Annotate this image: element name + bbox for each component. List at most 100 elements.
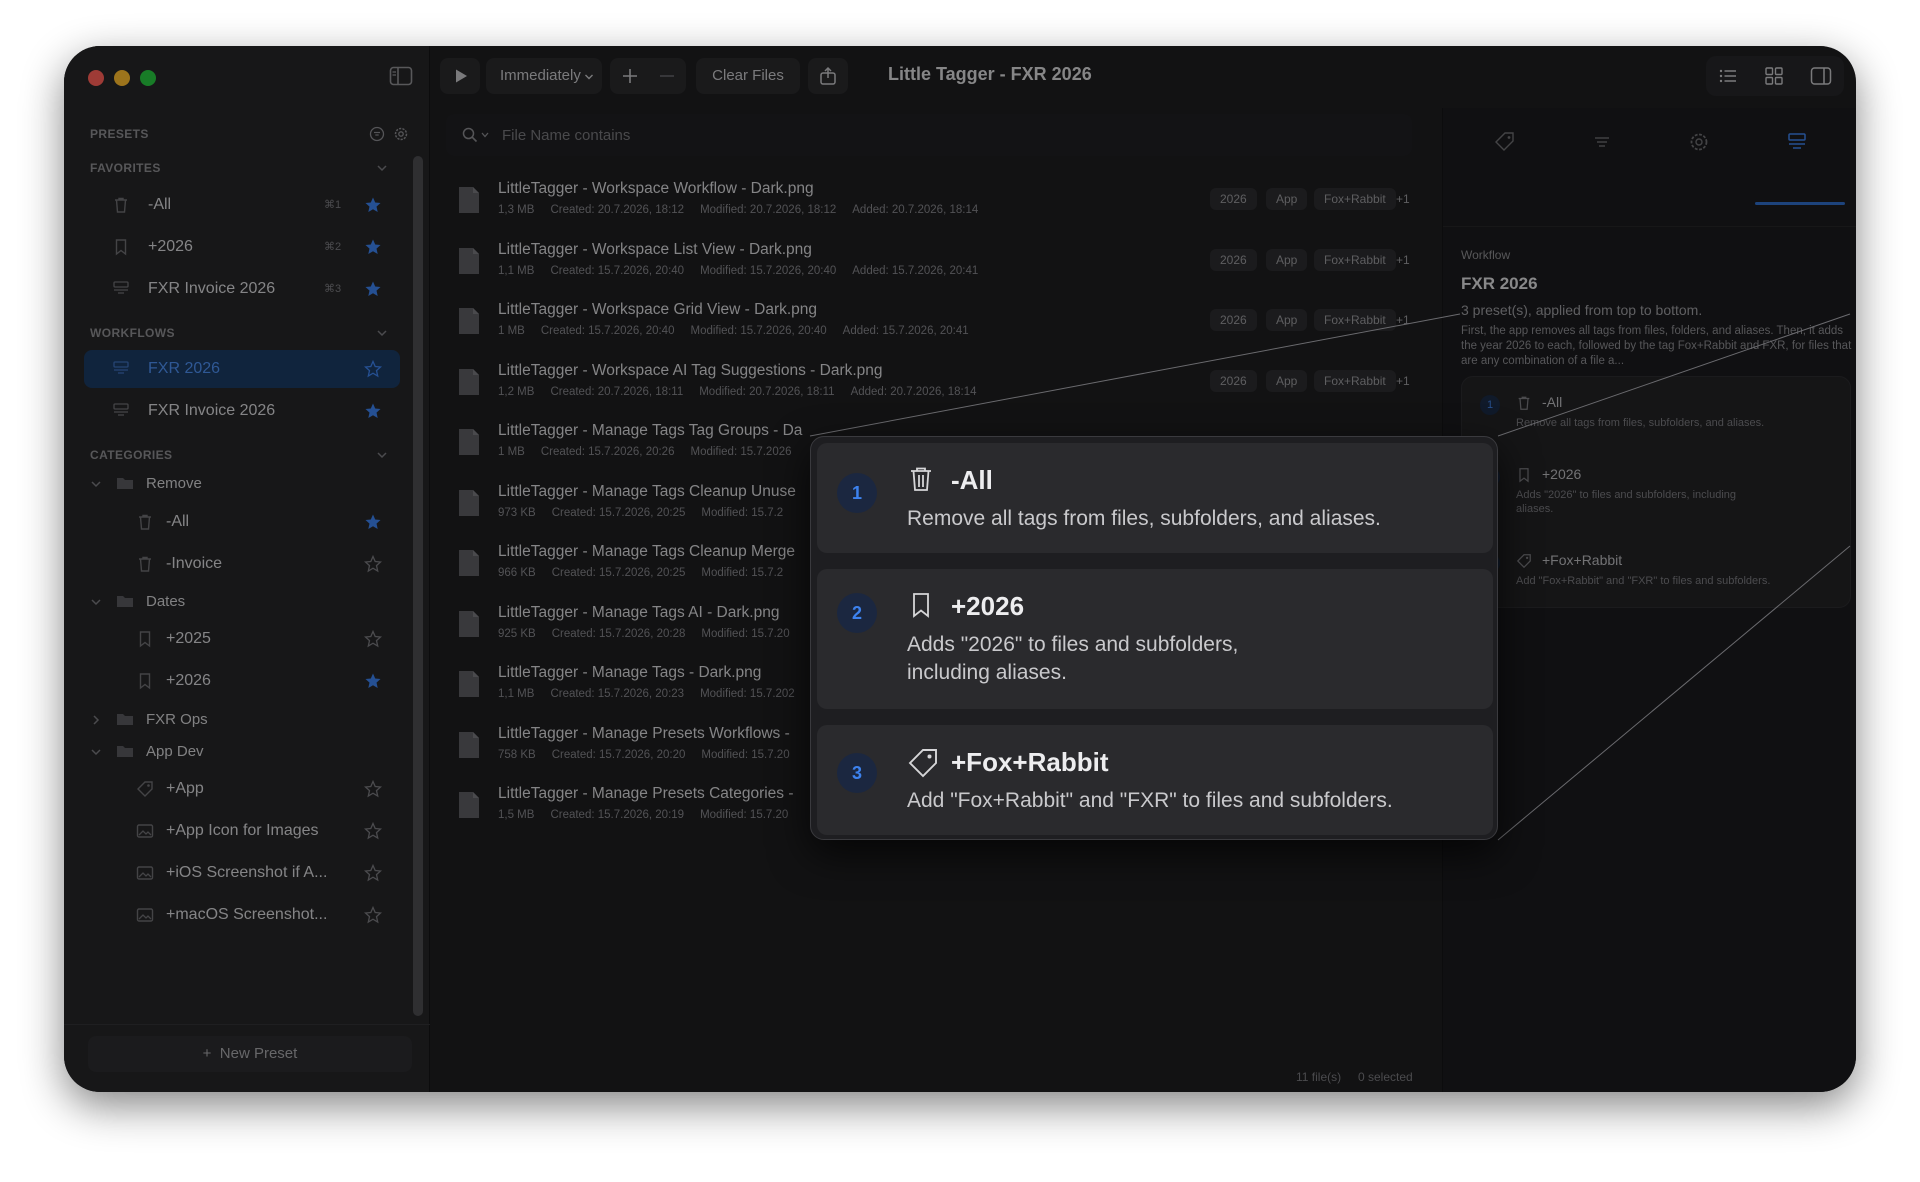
more-tags-count[interactable]: +1 — [1396, 188, 1410, 210]
file-row[interactable]: LittleTagger - Workspace List View - Dar… — [446, 231, 1412, 291]
sidebar-scrollbar[interactable] — [413, 156, 423, 1016]
inspector-toggle-icon[interactable] — [1810, 66, 1832, 86]
star-filled-icon[interactable] — [364, 238, 382, 256]
file-meta: 1,3 MB Created: 20.7.2026, 18:12 Modified:… — [498, 204, 994, 216]
file-created: Created: 20.7.2026, 18:11 — [550, 385, 684, 398]
file-row[interactable]: LittleTagger - Workspace Grid View - Dar… — [446, 291, 1412, 351]
star-outline-icon[interactable] — [364, 864, 382, 882]
file-tag[interactable]: App — [1266, 248, 1308, 271]
gear-icon[interactable] — [393, 126, 409, 142]
toolbar: Immediately Clear Files — [430, 46, 1856, 108]
chevron-down-icon[interactable] — [90, 478, 102, 490]
zoom-window-button[interactable] — [140, 70, 156, 86]
file-tag[interactable]: Fox+Rabbit — [1314, 369, 1396, 392]
star-filled-icon[interactable] — [364, 196, 382, 214]
file-tag[interactable]: 2026 — [1210, 248, 1257, 271]
tag-icon[interactable] — [1493, 130, 1517, 154]
image-icon — [136, 866, 154, 880]
file-tag[interactable]: 2026 — [1210, 309, 1257, 331]
minus-icon[interactable] — [658, 67, 676, 85]
file-tag[interactable]: Fox+Rabbit — [1314, 248, 1396, 271]
workflow-item-fxr-2026[interactable]: FXR 2026 — [84, 350, 400, 388]
chevron-down-icon[interactable] — [376, 449, 388, 461]
run-mode-dropdown[interactable]: Immediately — [486, 58, 602, 94]
star-filled-icon[interactable] — [364, 280, 382, 298]
export-button[interactable] — [808, 58, 848, 94]
star-filled-icon[interactable] — [364, 672, 382, 690]
file-row[interactable]: LittleTagger - Workspace AI Tag Suggesti… — [446, 352, 1412, 412]
inspector-section-label: Workflow — [1461, 248, 1511, 262]
new-preset-button[interactable]: + New Preset — [88, 1036, 412, 1072]
list-view-icon[interactable] — [1718, 66, 1738, 86]
search-input[interactable] — [502, 114, 1382, 156]
filter-icon[interactable] — [369, 126, 385, 142]
category-item-invoice[interactable]: -Invoice — [84, 545, 400, 583]
category-folder-app-dev[interactable]: App Dev — [80, 738, 396, 766]
star-outline-icon[interactable] — [364, 780, 382, 798]
clear-files-button[interactable]: Clear Files — [696, 58, 800, 94]
sidebar-toggle-icon[interactable] — [389, 66, 413, 86]
workflow-step[interactable]: 3 +Fox+Rabbit Add "Fox+Rabbit" and "FXR"… — [817, 725, 1493, 835]
category-item-2026[interactable]: +2026 — [84, 662, 400, 700]
minimize-window-button[interactable] — [114, 70, 130, 86]
app-window: PRESETS FAVORITES -All ⌘1 +2026 ⌘2 FXR I… — [64, 46, 1856, 1092]
workflow-step[interactable]: 2 +2026 Adds "2026" to files and subfold… — [817, 569, 1493, 709]
category-folder-fxr-ops[interactable]: FXR Ops — [80, 706, 396, 734]
favorite-item-2026[interactable]: +2026 ⌘2 — [84, 228, 400, 266]
text-lines-icon[interactable] — [1590, 130, 1614, 154]
category-folder-remove[interactable]: Remove — [80, 470, 396, 498]
star-outline-icon[interactable] — [364, 906, 382, 924]
file-size: 1,5 MB — [498, 809, 535, 821]
tag-icon — [137, 781, 153, 797]
file-tag[interactable]: Fox+Rabbit — [1314, 309, 1396, 331]
category-folder-dates[interactable]: Dates — [80, 588, 396, 616]
more-tags-count[interactable]: +1 — [1396, 370, 1410, 392]
chevron-down-icon[interactable] — [90, 596, 102, 608]
category-item-app[interactable]: +App — [84, 770, 400, 808]
file-icon — [459, 368, 479, 395]
favorites-heading: FAVORITES — [90, 161, 161, 175]
workflow-item-fxr-invoice[interactable]: FXR Invoice 2026 — [84, 392, 400, 430]
file-tag[interactable]: App — [1266, 188, 1308, 210]
favorite-item-fxr-invoice[interactable]: FXR Invoice 2026 ⌘3 — [84, 270, 400, 308]
workflow-step[interactable]: 1 -All Remove all tags from files, subfo… — [817, 443, 1493, 553]
star-outline-icon[interactable] — [364, 360, 382, 378]
file-meta: 973 KB Created: 15.7.2026, 20:25 Modified:… — [498, 507, 815, 519]
chevron-down-icon[interactable] — [90, 746, 102, 758]
workflow-icon[interactable] — [1785, 130, 1809, 154]
chevron-down-icon[interactable] — [376, 327, 388, 339]
file-meta: 1,1 MB Created: 15.7.2026, 20:23 Modified:… — [498, 688, 827, 700]
plus-icon[interactable] — [621, 67, 639, 85]
chevron-right-icon[interactable] — [90, 714, 102, 726]
category-item-app-icon-images[interactable]: +App Icon for Images — [84, 812, 400, 850]
file-row[interactable]: LittleTagger - Workspace Workflow - Dark… — [446, 170, 1412, 230]
file-tag[interactable]: 2026 — [1210, 188, 1257, 210]
chevron-down-icon[interactable] — [376, 162, 388, 174]
category-item-macos-screenshot[interactable]: +macOS Screenshot... — [84, 896, 400, 934]
file-added: Added: 20.7.2026, 18:14 — [852, 204, 979, 216]
search-icon[interactable] — [462, 127, 478, 143]
file-created: Created: 15.7.2026, 20:40 — [550, 264, 685, 277]
run-button[interactable] — [440, 58, 480, 94]
category-item-ios-screenshot[interactable]: +iOS Screenshot if A... — [84, 854, 400, 892]
file-tag[interactable]: Fox+Rabbit — [1314, 188, 1396, 210]
star-filled-icon[interactable] — [364, 513, 382, 531]
file-tag[interactable]: App — [1266, 369, 1308, 392]
step-description: Adds "2026" to files and subfolders, — [907, 633, 1239, 656]
star-outline-icon[interactable] — [364, 822, 382, 840]
category-item-all[interactable]: -All — [84, 503, 400, 541]
chevron-down-icon[interactable] — [481, 132, 489, 138]
file-tag[interactable]: 2026 — [1210, 369, 1257, 392]
more-tags-count[interactable]: +1 — [1396, 249, 1410, 271]
more-tags-count[interactable]: +1 — [1396, 309, 1410, 331]
star-filled-icon[interactable] — [364, 402, 382, 420]
grid-view-icon[interactable] — [1764, 66, 1784, 86]
star-outline-icon[interactable] — [364, 555, 382, 573]
star-outline-icon[interactable] — [364, 630, 382, 648]
favorite-item-all[interactable]: -All ⌘1 — [84, 186, 400, 224]
gear-icon[interactable] — [1687, 130, 1711, 154]
file-tag[interactable]: App — [1266, 309, 1308, 331]
sidebar: PRESETS FAVORITES -All ⌘1 +2026 ⌘2 FXR I… — [64, 46, 430, 1092]
category-item-2025[interactable]: +2025 — [84, 620, 400, 658]
close-window-button[interactable] — [88, 70, 104, 86]
